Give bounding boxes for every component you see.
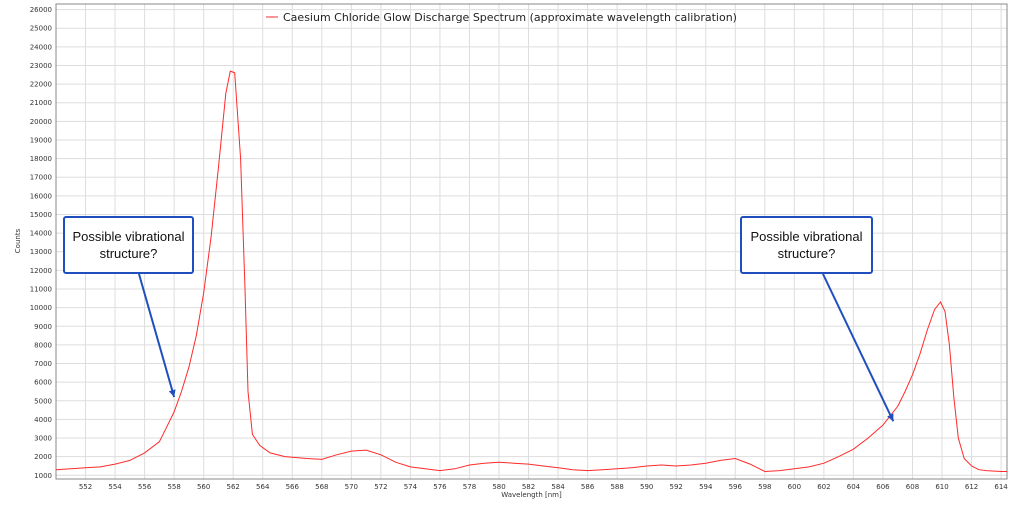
y-tick-label: 14000 xyxy=(30,230,52,238)
x-tick-label: 562 xyxy=(227,483,240,491)
x-tick-label: 582 xyxy=(522,483,535,491)
x-tick-label: 576 xyxy=(433,483,447,491)
x-tick-label: 572 xyxy=(374,483,387,491)
y-axis-label: Counts xyxy=(14,228,22,253)
y-tick-label: 21000 xyxy=(30,99,52,107)
y-tick-label: 24000 xyxy=(30,43,52,51)
y-tick-label: 11000 xyxy=(30,286,52,294)
y-tick-label: 1000 xyxy=(34,472,52,480)
x-tick-labels: 552 554 556 558 560 562 564 566 568 570 572 574 576 5… xyxy=(79,483,1008,491)
x-tick-label: 554 xyxy=(108,483,122,491)
y-tick-label: 2000 xyxy=(34,453,52,461)
y-tick-label: 19000 xyxy=(30,136,52,144)
y-tick-label: 4000 xyxy=(34,416,52,424)
legend: Caesium Chloride Glow Discharge Spectrum… xyxy=(266,11,737,24)
x-tick-label: 566 xyxy=(286,483,300,491)
x-tick-label: 602 xyxy=(817,483,830,491)
x-tick-label: 552 xyxy=(79,483,92,491)
y-tick-label: 22000 xyxy=(30,81,52,89)
x-tick-label: 580 xyxy=(492,483,505,491)
y-tick-label: 12000 xyxy=(30,267,52,275)
y-tick-label: 5000 xyxy=(34,397,52,405)
x-tick-label: 606 xyxy=(876,483,890,491)
x-axis-label: Wavelength [nm] xyxy=(501,491,562,499)
y-tick-label: 16000 xyxy=(30,192,52,200)
x-tick-label: 598 xyxy=(758,483,771,491)
y-tick-label: 7000 xyxy=(34,360,52,368)
y-tick-label: 20000 xyxy=(30,118,52,126)
annotation-callout-left: Possible vibrational structure? xyxy=(63,216,194,274)
x-tick-label: 594 xyxy=(699,483,713,491)
x-tick-label: 556 xyxy=(138,483,152,491)
x-tick-label: 570 xyxy=(345,483,358,491)
x-tick-label: 610 xyxy=(935,483,948,491)
x-tick-label: 588 xyxy=(610,483,623,491)
y-tick-label: 8000 xyxy=(34,341,52,349)
y-tick-label: 26000 xyxy=(30,6,52,14)
x-tick-label: 584 xyxy=(551,483,565,491)
annotation-callout-right: Possible vibrational structure? xyxy=(740,216,873,274)
y-tick-label: 9000 xyxy=(34,323,52,331)
x-tick-label: 614 xyxy=(994,483,1008,491)
x-tick-label: 600 xyxy=(788,483,801,491)
annotation-text: Possible vibrational structure? xyxy=(72,229,185,261)
y-tick-label: 10000 xyxy=(30,304,52,312)
x-tick-label: 558 xyxy=(167,483,180,491)
y-tick-label: 6000 xyxy=(34,379,52,387)
y-tick-label: 18000 xyxy=(30,155,52,163)
x-tick-label: 586 xyxy=(581,483,595,491)
y-tick-label: 25000 xyxy=(30,25,52,33)
y-tick-label: 23000 xyxy=(30,62,52,70)
x-tick-label: 612 xyxy=(965,483,978,491)
y-tick-label: 15000 xyxy=(30,211,52,219)
y-tick-label: 17000 xyxy=(30,174,52,182)
x-tick-label: 592 xyxy=(670,483,683,491)
x-tick-label: 604 xyxy=(847,483,861,491)
y-tick-label: 3000 xyxy=(34,435,52,443)
x-tick-label: 560 xyxy=(197,483,210,491)
x-tick-label: 574 xyxy=(404,483,418,491)
x-tick-label: 596 xyxy=(729,483,743,491)
legend-label: Caesium Chloride Glow Discharge Spectrum… xyxy=(283,11,737,24)
annotation-arrows xyxy=(138,273,895,422)
y-tick-labels: 1000 2000 3000 4000 5000 6000 7000 8000 9000 1000… xyxy=(30,6,52,480)
x-tick-label: 568 xyxy=(315,483,328,491)
x-tick-label: 578 xyxy=(463,483,476,491)
x-tick-label: 564 xyxy=(256,483,270,491)
y-tick-label: 13000 xyxy=(30,248,52,256)
annotation-text: Possible vibrational structure? xyxy=(750,229,863,261)
x-tick-label: 608 xyxy=(906,483,919,491)
x-tick-label: 590 xyxy=(640,483,653,491)
